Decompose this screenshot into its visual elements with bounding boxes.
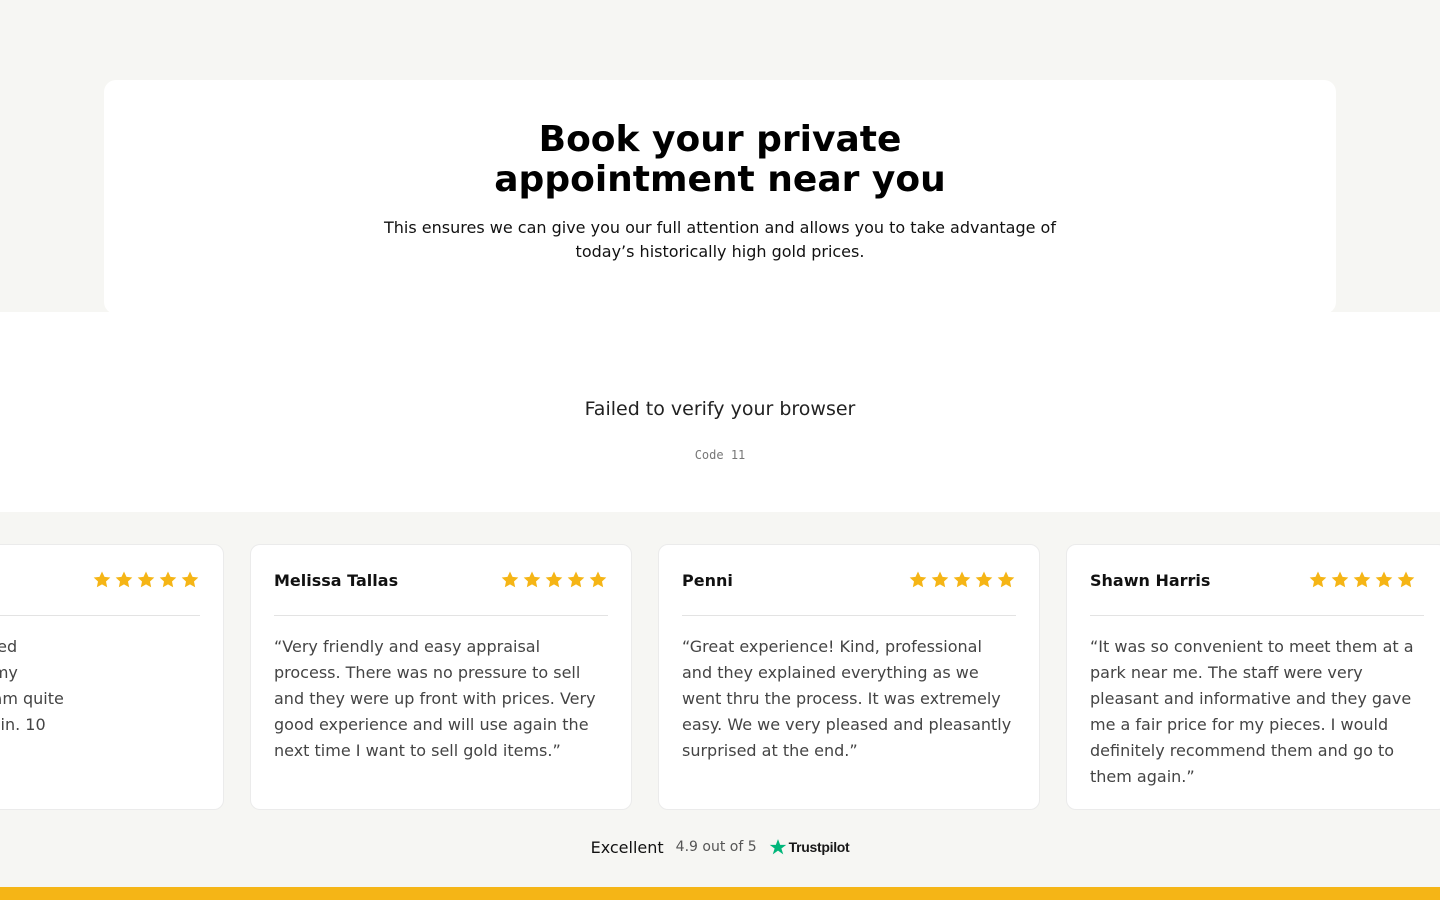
review-text: “It was so convenient to meet them at a … — [1090, 637, 1414, 786]
star-icon — [93, 571, 111, 588]
star-icon — [1331, 571, 1349, 588]
review-divider — [0, 615, 200, 616]
star-icon — [115, 571, 133, 588]
star-icon — [567, 571, 585, 588]
review-divider — [274, 615, 608, 616]
star-icon — [1309, 571, 1327, 588]
star-icon — [1397, 571, 1415, 588]
review-text: “Very friendly and easy appraisal proces… — [274, 637, 596, 760]
rating-score: 4.9 out of 5 — [675, 839, 757, 855]
reviewer-name: Penni — [682, 570, 733, 590]
review-card: Melissa Tallas “Very friendly and easy a… — [250, 544, 632, 810]
review-divider — [682, 615, 1016, 616]
review-card: ce. They explained answered all of my a … — [0, 544, 224, 810]
trustpilot-star-icon — [769, 839, 786, 855]
bottom-accent-bar — [0, 887, 1440, 900]
trustpilot-rating[interactable]: Excellent 4.9 out of 5 Trustpilot — [0, 836, 1440, 858]
star-rating — [500, 570, 608, 590]
reviewer-name: Shawn Harris — [1090, 570, 1211, 590]
hero-subtitle-line-1: This ensures we can give you our full at… — [384, 218, 1056, 237]
hero-title-line-2: appointment near you — [494, 159, 946, 200]
review-text: “Great experience! Kind, professional an… — [682, 637, 1012, 760]
review-card: Penni “Great experience! Kind, professio… — [658, 544, 1040, 810]
trustpilot-wordmark: Trustpilot — [788, 839, 850, 855]
hero-subtitle-line-2: today’s historically high gold prices. — [575, 242, 865, 261]
review-text: ce. They explained answered all of my a … — [0, 637, 64, 734]
star-icon — [501, 571, 519, 588]
verification-error-code: Code 11 — [694, 448, 746, 462]
star-icon — [1375, 571, 1393, 588]
reviews-carousel[interactable]: ce. They explained answered all of my a … — [0, 544, 1440, 810]
verification-error-message: Failed to verify your browser — [584, 398, 856, 420]
star-icon — [931, 571, 949, 588]
browser-verification-panel: Failed to verify your browser Code 11 — [0, 312, 1440, 512]
appointment-hero-card: Book your private appointment near you T… — [104, 80, 1336, 314]
reviewer-name: Melissa Tallas — [274, 570, 399, 590]
star-icon — [1353, 571, 1371, 588]
trustpilot-logo[interactable]: Trustpilot — [769, 838, 850, 856]
hero-title-line-1: Book your private — [538, 119, 902, 160]
star-icon — [545, 571, 563, 588]
star-rating — [908, 570, 1016, 590]
review-card: Shawn Harris “It was so convenient to me… — [1066, 544, 1440, 810]
star-icon — [523, 571, 541, 588]
star-icon — [181, 571, 199, 588]
star-icon — [159, 571, 177, 588]
star-icon — [137, 571, 155, 588]
star-icon — [909, 571, 927, 588]
hero-subtitle: This ensures we can give you our full at… — [374, 216, 1066, 264]
review-divider — [1090, 615, 1424, 616]
star-rating — [1308, 570, 1416, 590]
rating-label: Excellent — [590, 837, 664, 857]
star-icon — [997, 571, 1015, 588]
star-icon — [589, 571, 607, 588]
star-icon — [953, 571, 971, 588]
star-icon — [975, 571, 993, 588]
hero-title: Book your private appointment near you — [104, 120, 1336, 200]
star-rating — [92, 570, 200, 590]
